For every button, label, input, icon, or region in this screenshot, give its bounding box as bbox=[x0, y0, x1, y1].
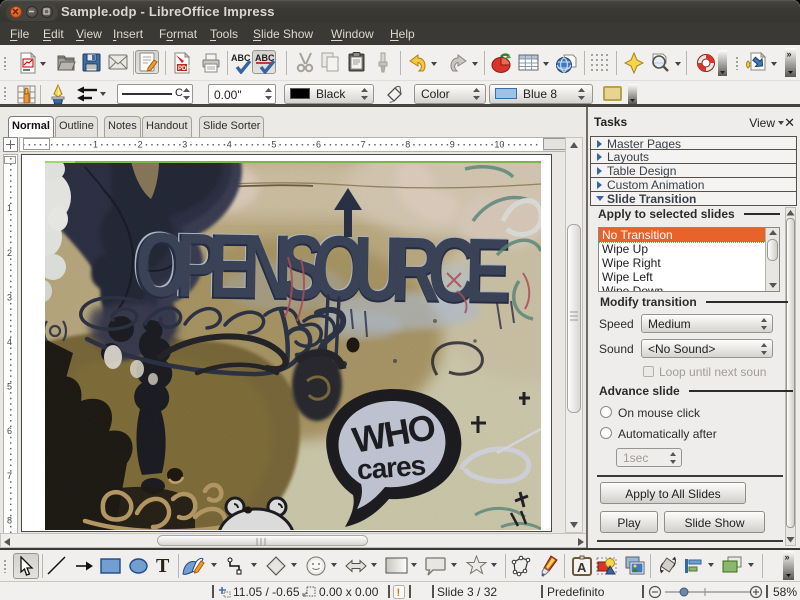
svg-text:9: 9 bbox=[450, 140, 455, 150]
svg-text:7: 7 bbox=[361, 140, 366, 150]
svg-text:»: » bbox=[785, 552, 790, 562]
svg-text:6: 6 bbox=[316, 140, 321, 150]
svg-text:5: 5 bbox=[271, 140, 276, 150]
svg-text:1: 1 bbox=[93, 140, 98, 150]
svg-text:»: » bbox=[787, 49, 792, 59]
svg-text:1: 1 bbox=[7, 203, 12, 213]
svg-text:7: 7 bbox=[7, 471, 12, 481]
svg-text:8: 8 bbox=[7, 515, 12, 525]
svg-text:PDF: PDF bbox=[178, 66, 190, 72]
svg-text:6: 6 bbox=[7, 426, 12, 436]
svg-text:3: 3 bbox=[182, 140, 187, 150]
svg-text:2: 2 bbox=[138, 140, 143, 150]
svg-text:3: 3 bbox=[7, 292, 12, 302]
svg-text:8: 8 bbox=[405, 140, 410, 150]
svg-text:2: 2 bbox=[7, 248, 12, 258]
svg-text:4: 4 bbox=[7, 337, 12, 347]
svg-text:4: 4 bbox=[227, 140, 232, 150]
svg-text:!: ! bbox=[397, 587, 401, 599]
svg-text:A: A bbox=[577, 560, 587, 575]
svg-text:5: 5 bbox=[7, 382, 12, 392]
